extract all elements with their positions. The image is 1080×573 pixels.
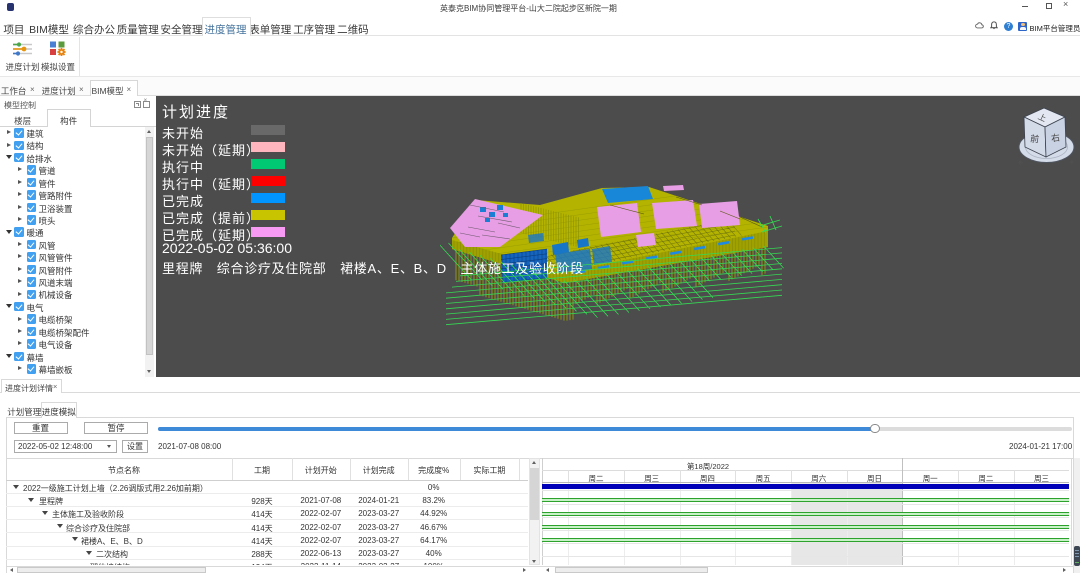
svg-text:前: 前: [1029, 133, 1039, 145]
svg-text:南: 南: [1017, 158, 1024, 165]
svg-text:右: 右: [1050, 131, 1060, 143]
svg-text:东: 东: [1069, 158, 1076, 165]
